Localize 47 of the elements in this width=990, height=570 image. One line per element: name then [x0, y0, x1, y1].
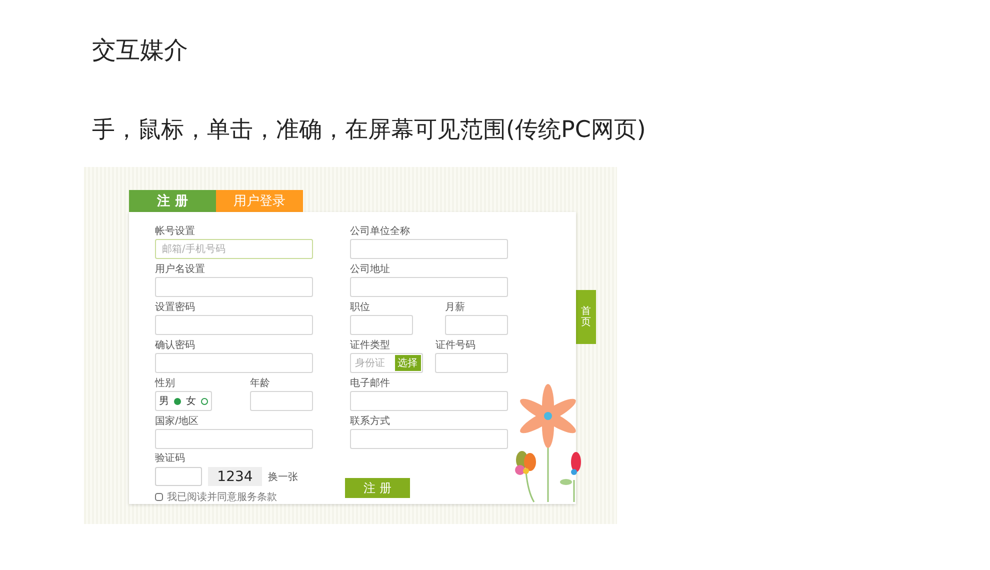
text-field[interactable]	[350, 315, 414, 335]
field-label: 公司单位全称	[350, 226, 411, 238]
tab[interactable]: 用户登录	[216, 190, 303, 212]
text-field[interactable]	[350, 239, 508, 259]
radio-label: 女	[186, 395, 196, 408]
text-field[interactable]	[155, 315, 313, 335]
field-label: 电子邮件	[350, 378, 391, 390]
text-field[interactable]	[155, 353, 313, 373]
field-label: 确认密码	[155, 340, 196, 352]
field-label: 公司地址	[350, 264, 391, 276]
text-field[interactable]	[350, 277, 508, 297]
submit-button[interactable]: 注 册	[345, 478, 410, 498]
text-field[interactable]	[155, 429, 313, 449]
select-value: 身份证	[355, 357, 385, 370]
agreement-checkbox[interactable]	[155, 493, 163, 501]
field-label: 用户名设置	[155, 264, 206, 276]
select-button[interactable]: 选择	[394, 355, 421, 371]
field-label: 国家/地区	[155, 416, 200, 428]
field-label: 证件类型	[350, 340, 391, 352]
tab[interactable]: 注 册	[129, 190, 216, 212]
agreement-text: 我已阅读并同意服务条款	[167, 490, 277, 504]
field-label: 联系方式	[350, 416, 391, 428]
field-label: 年龄	[250, 378, 271, 390]
field-label: 职位	[350, 302, 371, 314]
captcha-code: 1234	[208, 467, 262, 486]
field-label: 验证码	[155, 453, 186, 465]
field-label: 帐号设置	[155, 226, 196, 238]
refresh-link[interactable]: 换一张	[268, 470, 298, 484]
radio-button[interactable]	[174, 398, 181, 404]
field-label: 月薪	[444, 302, 466, 314]
field-label: 设置密码	[155, 302, 196, 314]
text-field[interactable]	[155, 277, 313, 297]
text-field[interactable]	[350, 429, 508, 449]
text-field[interactable]	[350, 391, 508, 411]
slide-subtitle: 手，鼠标，单击，准确，在屏幕可见范围(传统PC网页)	[92, 116, 647, 145]
radio-label: 男	[159, 395, 169, 408]
select-field[interactable]: 身份证 选择	[350, 353, 423, 373]
text-field[interactable]	[435, 353, 508, 373]
field-label: 证件号码	[435, 340, 476, 352]
text-field[interactable]	[444, 315, 508, 335]
text-field[interactable]	[250, 391, 313, 411]
slide-title: 交互媒介	[92, 35, 189, 66]
text-field[interactable]: 邮箱/手机号码	[155, 239, 313, 259]
side-tab[interactable]: 首页	[576, 290, 596, 344]
radio-button[interactable]	[200, 398, 208, 404]
captcha-field[interactable]	[155, 467, 202, 486]
field-label: 性别	[155, 378, 176, 390]
